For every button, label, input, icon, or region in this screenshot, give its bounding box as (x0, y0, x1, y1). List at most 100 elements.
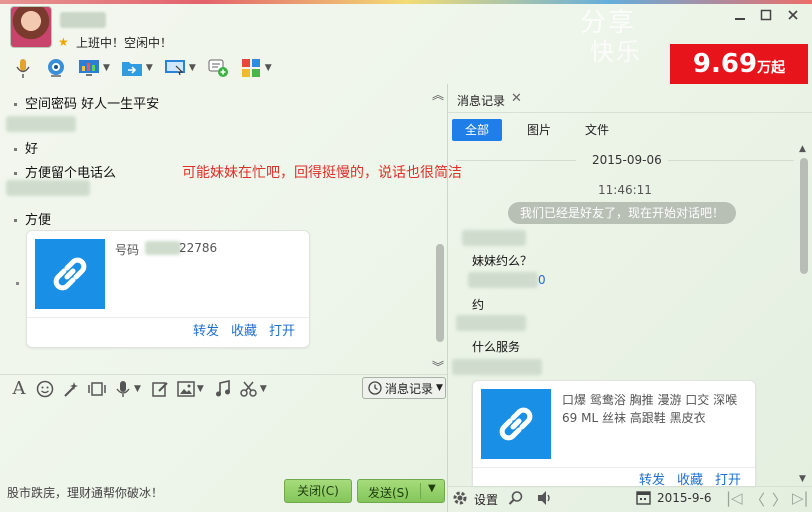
redacted-name (452, 359, 542, 375)
history-message: 约 (472, 298, 485, 312)
filter-all[interactable]: 全部 (452, 119, 502, 141)
send-button[interactable]: 发送(S) ▼ (357, 479, 445, 503)
message-history-button[interactable]: 消息记录 ▼ (362, 377, 446, 399)
next-page-icon[interactable]: 〉 (772, 489, 787, 510)
apps-grid-icon[interactable] (236, 55, 266, 81)
last-page-icon[interactable]: ▷| (792, 489, 809, 507)
emoji-icon[interactable] (34, 378, 56, 400)
redacted-name (456, 315, 526, 331)
card-line-2: 69 ML 丝袜 高跟鞋 黑皮衣 (562, 411, 706, 425)
settings-label[interactable]: 设置 (474, 491, 498, 508)
redacted-name (468, 272, 538, 288)
file-transfer-icon[interactable] (117, 55, 147, 81)
edit-icon[interactable] (149, 378, 171, 400)
history-scrollbar[interactable] (800, 158, 808, 274)
nickname-redacted (60, 12, 106, 28)
scroll-up-icon[interactable]: ▲ (799, 144, 806, 154)
card-actions: 转发 收藏 打开 (193, 320, 295, 339)
calendar-icon[interactable] (636, 490, 651, 508)
minimize-icon[interactable] (730, 8, 750, 26)
star-icon: ★ (58, 35, 69, 49)
avatar[interactable] (10, 6, 52, 48)
chat-message-area[interactable]: 空间密码 好人一生平安 好 方便留个电话么 方便 号码 22786 转发 收藏 … (0, 84, 447, 374)
history-sender-id[interactable]: 0 (538, 273, 546, 287)
link-icon (481, 389, 551, 459)
tab-divider (448, 112, 812, 113)
redacted-name (6, 180, 90, 196)
scissors-icon[interactable] (238, 378, 260, 400)
search-icon[interactable] (508, 490, 524, 509)
remote-desktop-icon[interactable] (160, 55, 190, 81)
history-link-card[interactable]: 口爆 鸳鸯浴 胸推 漫游 口交 深喉 69 ML 丝袜 高跟鞋 黑皮衣 转发 收… (472, 380, 756, 488)
chat-message-text: 方便留个电话么 (25, 166, 117, 181)
close-button[interactable]: 关闭(C) (284, 479, 352, 503)
speaker-icon[interactable] (536, 490, 554, 509)
close-icon[interactable] (783, 8, 803, 26)
video-clip-icon[interactable] (86, 378, 108, 400)
chat-message: 好 (14, 138, 38, 157)
bullet-icon (14, 103, 17, 106)
filter-files[interactable]: 文件 (568, 119, 626, 141)
voice-icon[interactable] (112, 378, 134, 400)
forward-link[interactable]: 转发 (193, 320, 219, 339)
prev-page-icon[interactable]: 〈 (750, 489, 765, 510)
send-button-label: 发送(S) (368, 486, 409, 500)
history-message: 妹妹约么？ (472, 254, 533, 268)
bullet-icon (16, 282, 19, 285)
system-message: 我们已经是好友了，现在开始对话吧！ (508, 202, 736, 224)
background-watermark: 快乐 (590, 38, 642, 66)
chevron-down-icon[interactable]: ▼ (189, 63, 196, 73)
screen-share-icon[interactable] (74, 55, 104, 81)
chevron-down-icon[interactable]: ▼ (260, 384, 267, 394)
ad-unit: 万起 (757, 60, 786, 76)
card-phone-prefix: 号码 (115, 243, 140, 257)
chat-message-text: 好 (25, 142, 39, 157)
ad-hint-text[interactable]: 股市跌庑，理财通帮你破冰！ (7, 484, 163, 501)
scroll-down-icon[interactable]: ▼ (799, 474, 806, 484)
chevron-down-icon[interactable]: ︾ (432, 358, 444, 375)
history-message: 什么服务 (472, 340, 521, 354)
first-page-icon[interactable]: |◁ (726, 489, 743, 507)
chevron-down-icon[interactable]: ▼ (265, 63, 272, 73)
message-input[interactable] (0, 402, 447, 478)
chat-toolbar: ▼ ▼ ▼ ▼ (8, 54, 276, 82)
chevron-down-icon[interactable]: ▼ (134, 384, 141, 394)
shared-link-card[interactable]: 号码 22786 转发 收藏 打开 (26, 230, 310, 348)
maximize-icon[interactable] (756, 8, 776, 26)
favorite-link[interactable]: 收藏 (231, 320, 257, 339)
history-filter-tabs: 全部 图片 文件 (452, 119, 626, 141)
bullet-icon (14, 172, 17, 175)
chevron-down-icon[interactable]: ▼ (146, 63, 153, 73)
music-icon[interactable] (212, 378, 234, 400)
date-divider (668, 160, 794, 161)
redacted-number (145, 241, 181, 255)
open-link[interactable]: 打开 (269, 320, 295, 339)
video-call-icon[interactable] (41, 55, 71, 81)
card-phone-suffix: 22786 (179, 241, 218, 255)
link-icon (35, 239, 105, 309)
chat-message-text: 空间密码 好人一生平安 (25, 97, 160, 112)
chevron-down-icon[interactable]: ▼ (428, 483, 436, 494)
chat-scrollbar[interactable] (436, 244, 444, 342)
history-date: 2015-09-06 (592, 153, 662, 167)
image-icon[interactable] (175, 378, 197, 400)
filter-images[interactable]: 图片 (510, 119, 568, 141)
close-icon[interactable]: ✕ (511, 91, 522, 106)
chevron-down-icon[interactable]: ▼ (197, 384, 204, 394)
chat-message-text: 方便 (25, 213, 52, 228)
chevron-down-icon[interactable]: ▼ (103, 63, 110, 73)
gear-icon[interactable] (452, 490, 468, 509)
chevron-down-icon: ▼ (436, 383, 443, 393)
tab-message-history[interactable]: 消息记录 (457, 92, 505, 109)
chat-message: 方便 (14, 209, 51, 228)
magic-wand-icon[interactable] (60, 378, 82, 400)
date-divider (456, 160, 576, 161)
date-picker[interactable]: 2015-9-6 (657, 491, 711, 505)
bullet-icon (14, 148, 17, 151)
font-icon[interactable]: A (8, 378, 30, 400)
invite-chat-icon[interactable] (203, 55, 233, 81)
chevron-up-icon[interactable]: ︽ (432, 86, 444, 103)
history-time: 11:46:11 (598, 183, 652, 197)
ad-price-badge[interactable]: 9.69万起 (670, 44, 808, 84)
microphone-icon[interactable] (8, 55, 38, 81)
